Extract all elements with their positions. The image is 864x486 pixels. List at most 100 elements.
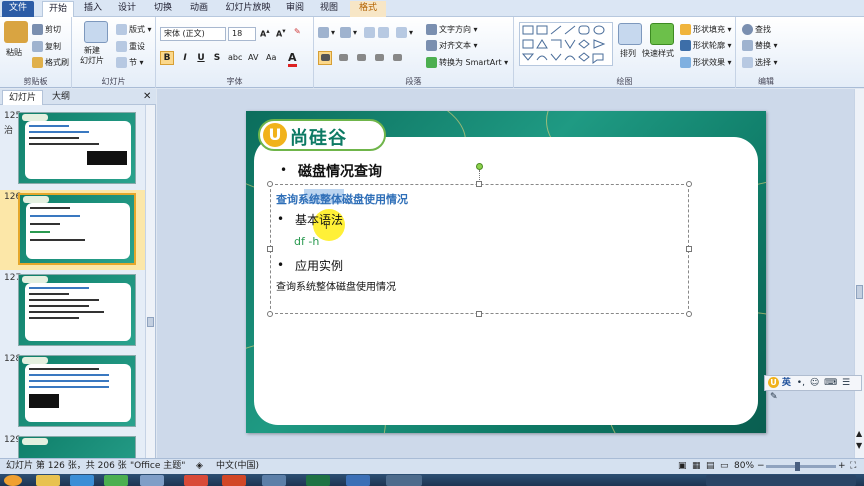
start-icon[interactable]: [4, 475, 22, 486]
thumbnail-row-selected[interactable]: 126: [0, 190, 145, 270]
next-slide-icon[interactable]: ▼: [856, 441, 862, 450]
paste-button[interactable]: 粘贴: [6, 47, 22, 58]
ime-mic-icon[interactable]: ☺: [810, 378, 819, 388]
shape-effects-button[interactable]: 形状效果 ▾: [680, 57, 732, 68]
bullets-button[interactable]: ▾: [318, 27, 335, 38]
tab-animations[interactable]: 动画: [184, 1, 214, 17]
select-button[interactable]: 选择 ▾: [742, 57, 778, 68]
taskbar-excel-icon[interactable]: [306, 475, 330, 486]
bold-button[interactable]: B: [160, 51, 174, 65]
ime-keyboard-icon[interactable]: ⌨: [824, 378, 837, 388]
slide-thumbnail[interactable]: [18, 355, 136, 427]
columns-button[interactable]: [390, 51, 404, 65]
slideshow-view-icon[interactable]: ▭: [720, 459, 729, 474]
example-description[interactable]: 查询系统整体磁盘使用情况: [276, 278, 396, 293]
cut-button[interactable]: 剪切: [32, 24, 61, 35]
resize-handle[interactable]: [476, 181, 482, 187]
resize-handle[interactable]: [686, 246, 692, 252]
resize-handle[interactable]: [686, 181, 692, 187]
grow-font-button[interactable]: A▴: [260, 27, 270, 39]
replace-button[interactable]: 替换 ▾: [742, 40, 778, 51]
ime-menu-icon[interactable]: ☰: [842, 378, 850, 388]
thumbnail-row[interactable]: 128: [0, 352, 145, 432]
taskbar-app-icon[interactable]: [346, 475, 370, 486]
strikethrough-button[interactable]: S: [210, 51, 224, 65]
new-slide-icon[interactable]: [84, 21, 108, 43]
align-right-button[interactable]: [354, 51, 368, 65]
thumbnail-row[interactable]: 129: [0, 433, 145, 458]
change-case-button[interactable]: Aa: [266, 53, 276, 62]
spell-check-icon[interactable]: ◈: [196, 459, 203, 474]
spacing-button[interactable]: AV: [248, 53, 258, 62]
ime-language[interactable]: 英: [782, 378, 791, 388]
canvas-scroll-thumb[interactable]: [856, 285, 863, 299]
resize-handle[interactable]: [267, 181, 273, 187]
taskbar-ie-icon[interactable]: [70, 475, 94, 486]
slide-title[interactable]: 磁盘情况查询: [298, 161, 382, 181]
zoom-in-icon[interactable]: +: [838, 459, 846, 474]
resize-handle[interactable]: [267, 311, 273, 317]
increase-indent-button[interactable]: [378, 27, 391, 38]
shrink-font-button[interactable]: A▾: [276, 27, 286, 39]
quick-styles-icon[interactable]: [650, 23, 674, 45]
theme-name[interactable]: "Office 主题": [130, 459, 185, 474]
zoom-level[interactable]: 80%: [734, 459, 754, 474]
normal-view-icon[interactable]: ▣: [678, 459, 687, 474]
slide-thumbnail[interactable]: [18, 193, 136, 265]
taskbar-powerpoint-icon[interactable]: [222, 475, 246, 486]
align-center-button[interactable]: [336, 51, 350, 65]
slide-sorter-icon[interactable]: ▦: [692, 459, 701, 474]
tab-slideshow[interactable]: 幻灯片放映: [220, 1, 276, 17]
paste-icon[interactable]: [4, 21, 28, 43]
tab-slides[interactable]: 幻灯片: [2, 90, 44, 105]
slide-subheading[interactable]: 查询系统整体磁盘使用情况: [276, 191, 408, 207]
thumbnail-row[interactable]: 125 治: [0, 109, 145, 189]
numbering-button[interactable]: ▾: [340, 27, 357, 38]
resize-handle[interactable]: [686, 311, 692, 317]
find-button[interactable]: 查找: [742, 24, 771, 35]
system-tray[interactable]: [706, 475, 856, 486]
arrange-button[interactable]: 排列: [620, 48, 636, 59]
section-button[interactable]: 节 ▾: [116, 57, 144, 68]
line-spacing-button[interactable]: ▾: [396, 27, 413, 38]
shape-outline-button[interactable]: 形状轮廓 ▾: [680, 40, 732, 51]
slide-thumbnail[interactable]: [18, 274, 136, 346]
shadow-button[interactable]: abc: [228, 53, 242, 62]
font-color-button[interactable]: A: [288, 51, 297, 67]
align-text-button[interactable]: 对齐文本 ▾: [426, 40, 478, 51]
language-indicator[interactable]: 中文(中国): [216, 459, 259, 474]
bullet-example[interactable]: 应用实例: [295, 257, 343, 274]
tab-file[interactable]: 文件: [2, 1, 34, 17]
quick-styles-button[interactable]: 快速样式: [642, 48, 674, 59]
ime-punct-icon[interactable]: •,: [797, 378, 805, 388]
font-name-combo[interactable]: 宋体 (正文): [160, 27, 226, 41]
thumbnail-row[interactable]: 127: [0, 271, 145, 351]
zoom-slider[interactable]: [766, 465, 836, 468]
resize-handle[interactable]: [476, 311, 482, 317]
tab-review[interactable]: 审阅: [280, 1, 310, 17]
reading-view-icon[interactable]: ▤: [706, 459, 715, 474]
command-text[interactable]: df -h: [294, 235, 319, 248]
slide-thumbnail[interactable]: [18, 112, 136, 184]
layout-button[interactable]: 版式 ▾: [116, 24, 152, 35]
decrease-indent-button[interactable]: [364, 27, 377, 38]
close-icon[interactable]: ✕: [143, 91, 151, 102]
taskbar-app-icon[interactable]: [262, 475, 286, 486]
align-left-button[interactable]: [318, 51, 332, 65]
tab-transitions[interactable]: 切换: [148, 1, 178, 17]
taskbar-app-icon[interactable]: [104, 475, 128, 486]
shape-fill-button[interactable]: 形状填充 ▾: [680, 24, 732, 35]
slide-thumbnail[interactable]: [18, 436, 136, 458]
underline-button[interactable]: U: [194, 51, 208, 65]
ime-toolbar[interactable]: U 英 •, ☺ ⌨ ☰ ✎: [764, 375, 862, 402]
tab-view[interactable]: 视图: [314, 1, 344, 17]
tab-home[interactable]: 开始: [42, 1, 74, 17]
format-painter-button[interactable]: 格式刷: [32, 57, 69, 68]
tab-insert[interactable]: 插入: [78, 1, 108, 17]
tab-format[interactable]: 格式: [350, 1, 386, 17]
zoom-slider-thumb[interactable]: [795, 462, 800, 471]
canvas-scrollbar[interactable]: ▲ ▼: [854, 89, 864, 458]
bullet-syntax[interactable]: 基本语法: [295, 211, 343, 228]
taskbar-chrome-icon[interactable]: [184, 475, 208, 486]
italic-button[interactable]: I: [178, 51, 192, 65]
